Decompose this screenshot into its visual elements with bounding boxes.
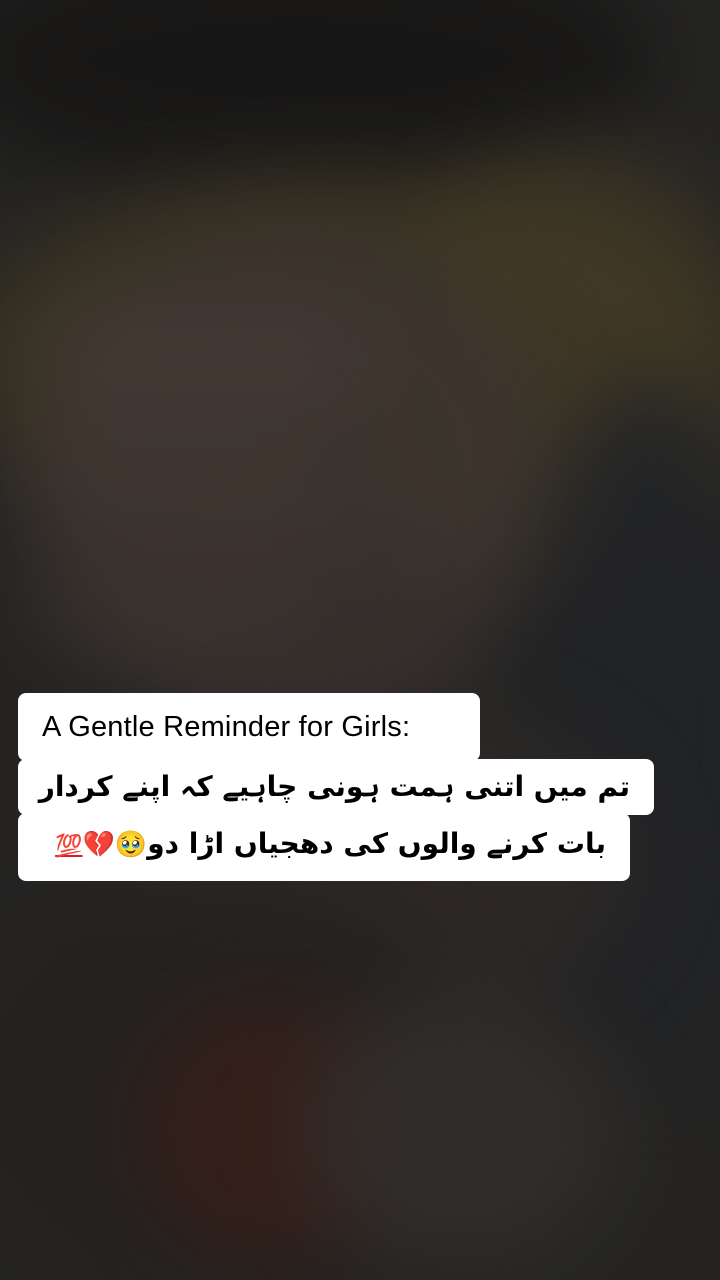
- hundred-points-emoji-icon: 💯: [55, 834, 83, 859]
- caption-title: A Gentle Reminder for Girls:: [18, 693, 480, 761]
- background-photo: [0, 0, 720, 1280]
- pleading-face-emoji-icon: 🥹: [114, 830, 148, 860]
- background-dim-overlay: [0, 0, 720, 1280]
- caption-urdu-line-2: بات کرنے والوں کی دھجیاں اڑا دو🥹💔💯: [18, 813, 630, 881]
- broken-heart-emoji-icon: 💔: [82, 830, 115, 860]
- caption-urdu-line-1: تم میں اتنی ہمت ہونی چاہیے کہ اپنے کردار…: [18, 759, 654, 859]
- caption-urdu-line-2-text: بات کرنے والوں کی دھجیاں اڑا دو: [147, 827, 606, 860]
